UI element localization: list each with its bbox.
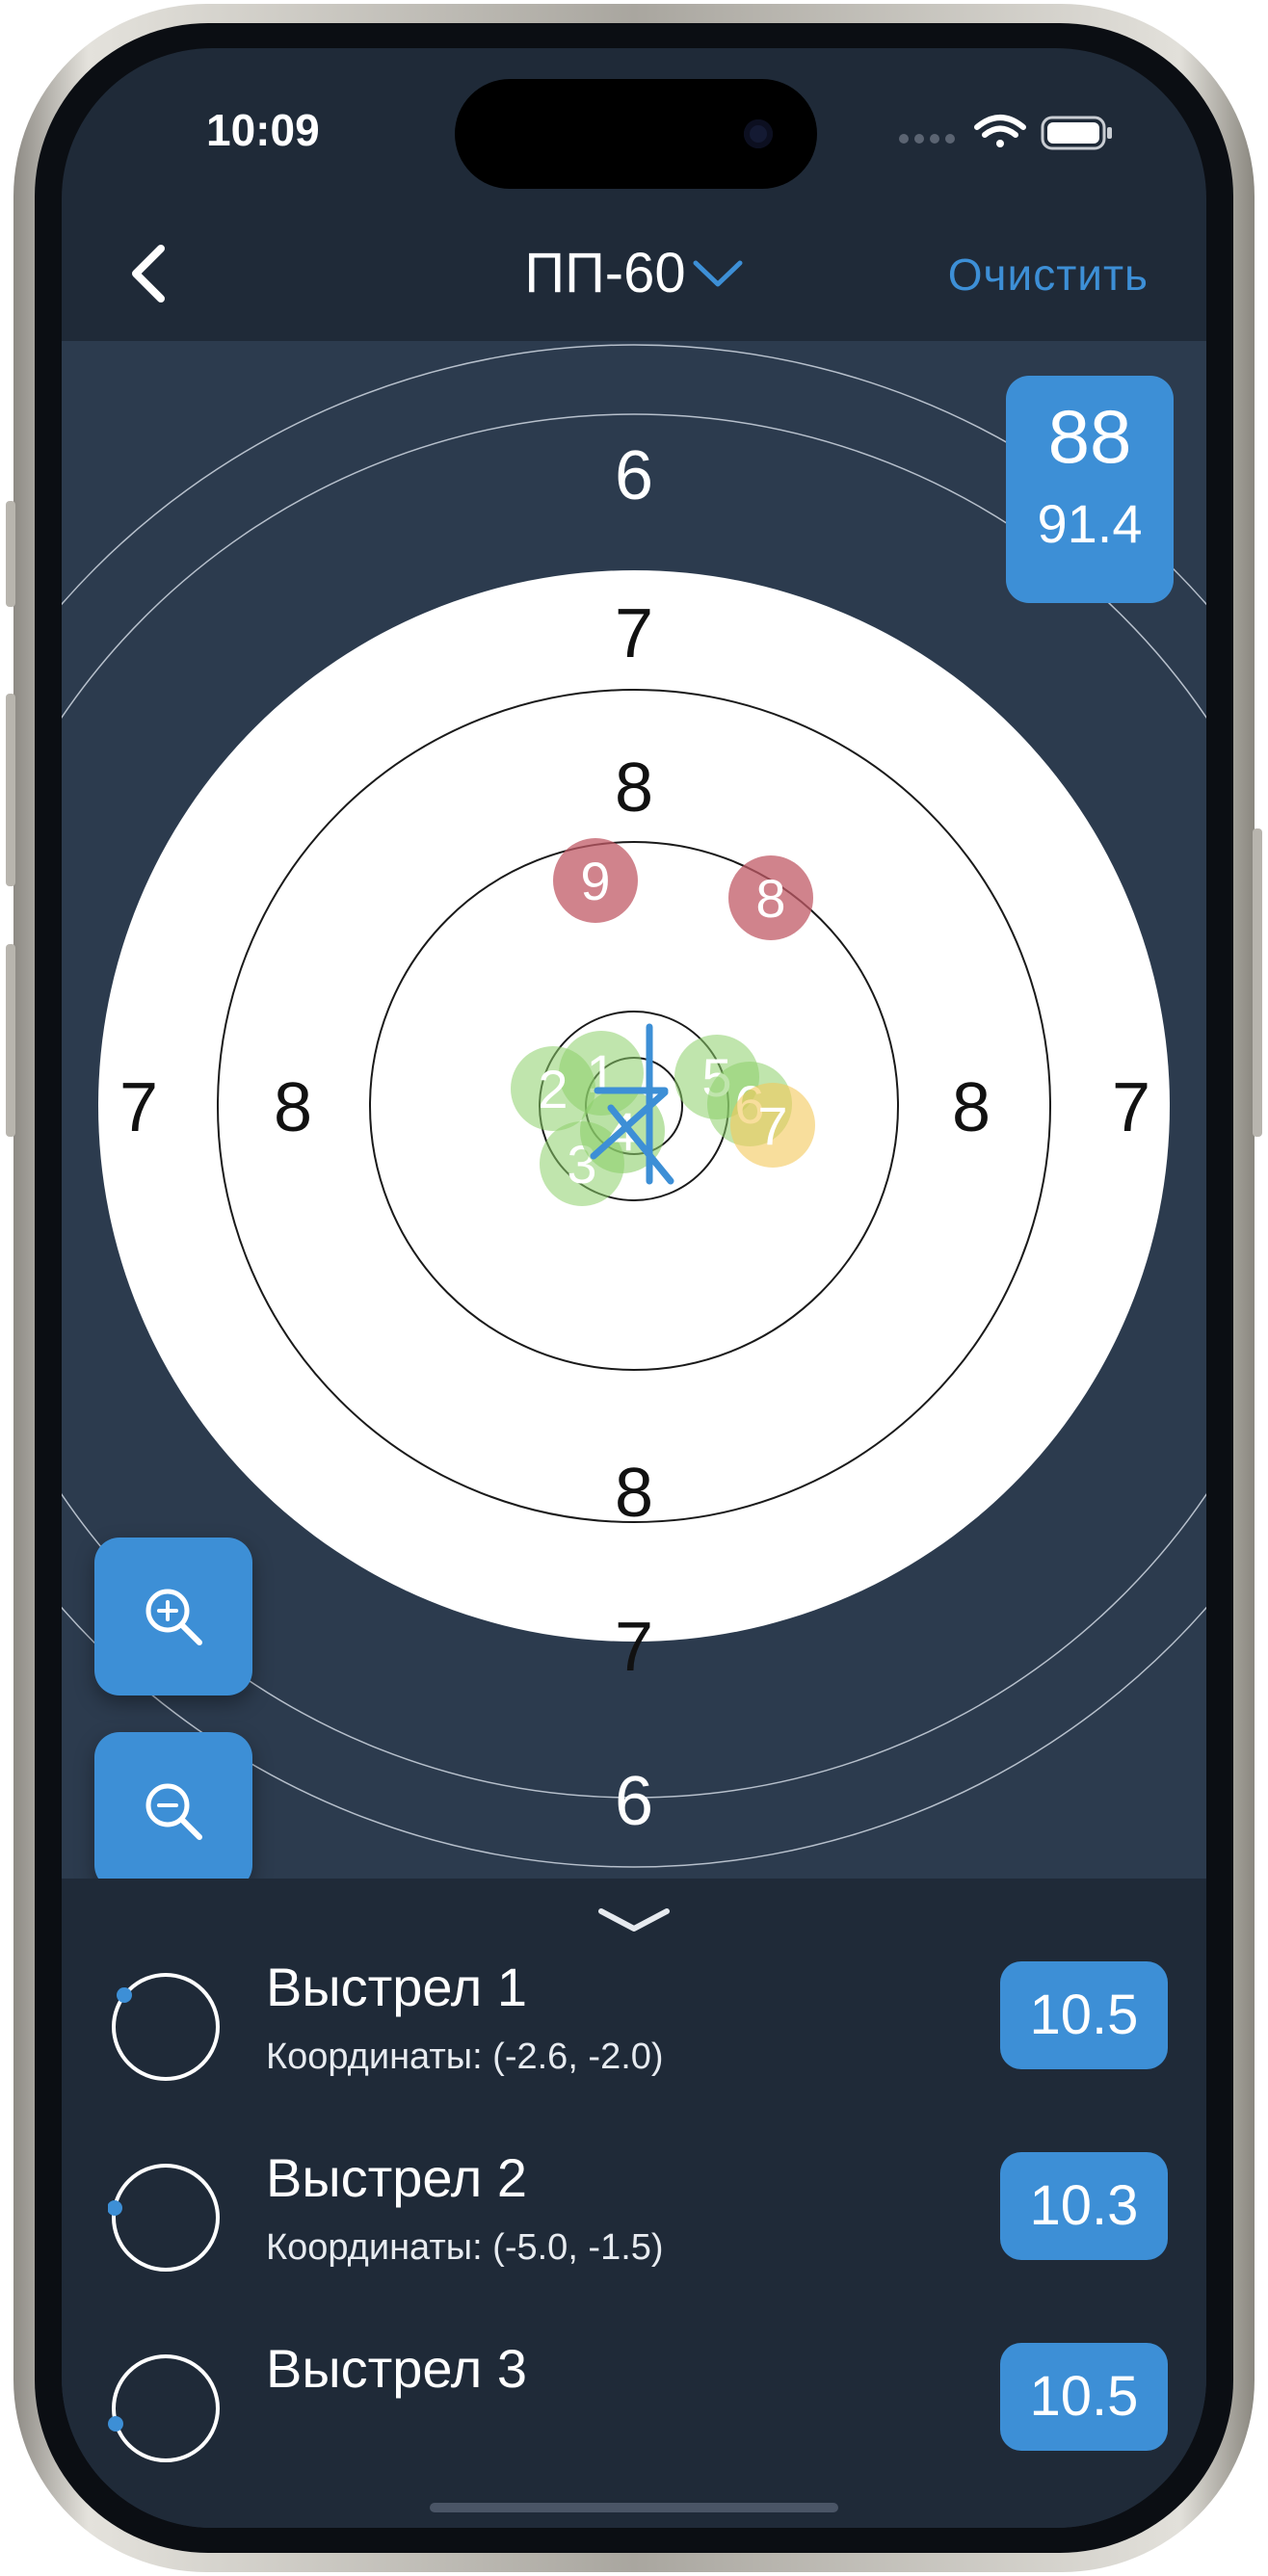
shot-coordinates: Координаты: (-2.6, -2.0)	[266, 2037, 664, 2077]
total-score-badge: 88 91.4	[1006, 376, 1174, 603]
ring-label-7-top: 7	[615, 595, 653, 672]
nav-bar: ПП-60 Очистить	[62, 212, 1206, 337]
decimal-score: 91.4	[1037, 493, 1143, 554]
ring-label-8-bottom: 8	[615, 1455, 653, 1532]
hit-label: 9	[580, 851, 610, 911]
mute-switch	[6, 501, 15, 607]
volume-down-button	[6, 944, 15, 1137]
battery-icon	[1041, 116, 1112, 150]
ring-label-8-left: 8	[274, 1069, 312, 1146]
shot-score-badge: 10.5	[1000, 1961, 1168, 2069]
zoom-out-icon	[145, 1783, 202, 1840]
hit-label: 7	[757, 1095, 787, 1156]
ring-label-7-left: 7	[119, 1069, 158, 1146]
shot-direction-icon	[108, 2354, 220, 2462]
shot-list[interactable]: Выстрел 1 Координаты: (-2.6, -2.0) 10.5 …	[62, 1956, 1206, 2476]
status-icons	[899, 115, 1112, 150]
signal-icon	[899, 134, 955, 144]
hit-marker-7[interactable]: 7	[730, 1083, 815, 1168]
shot-row[interactable]: Выстрел 3 10.5	[62, 2337, 1206, 2476]
screen: 10:09 ПП-60 Очистить 6 6 7 7 7 7 8 8 8 8…	[62, 48, 1206, 2528]
zoom-out-button[interactable]	[94, 1732, 252, 1879]
sheet-handle-chevron-icon[interactable]	[595, 1904, 673, 1936]
target-type-label: ПП-60	[524, 242, 686, 304]
zoom-in-button[interactable]	[94, 1538, 252, 1695]
shot-score-badge: 10.5	[1000, 2343, 1168, 2451]
status-bar: 10:09	[62, 48, 1206, 212]
wifi-icon	[974, 115, 1026, 147]
shots-sheet: Выстрел 1 Координаты: (-2.6, -2.0) 10.5 …	[62, 1879, 1206, 2528]
power-button	[1253, 828, 1262, 1137]
ring-label-7-bottom: 7	[615, 1609, 653, 1686]
hit-label: 2	[538, 1059, 568, 1119]
ring-label-6-bottom: 6	[615, 1763, 653, 1840]
shot-title: Выстрел 3	[266, 2338, 528, 2399]
hit-marker-9[interactable]: 9	[553, 838, 638, 923]
home-indicator	[430, 2503, 838, 2512]
ring-label-8-right: 8	[952, 1069, 991, 1146]
ring-label-7-right: 7	[1112, 1069, 1150, 1146]
shot-direction-icon	[112, 1973, 220, 2081]
hit-label: 8	[755, 868, 785, 929]
status-time: 10:09	[206, 105, 320, 155]
ring-label-8-top: 8	[615, 749, 653, 827]
ring-label-6-top: 6	[615, 437, 653, 514]
shot-coordinates: Координаты: (-5.0, -1.5)	[266, 2227, 664, 2268]
shot-row[interactable]: Выстрел 1 Координаты: (-2.6, -2.0) 10.5	[62, 1956, 1206, 2148]
hit-marker-8[interactable]: 8	[728, 855, 813, 940]
zoom-in-icon	[145, 1589, 202, 1645]
shot-row[interactable]: Выстрел 2 Координаты: (-5.0, -1.5) 10.3	[62, 2146, 1206, 2339]
volume-up-button	[6, 694, 15, 886]
dropdown-chevron-icon	[693, 260, 743, 286]
shot-title: Выстрел 2	[266, 2147, 528, 2208]
front-camera	[744, 119, 773, 148]
shot-direction-icon	[108, 2164, 220, 2272]
total-score: 88	[1047, 394, 1132, 479]
dynamic-island	[455, 79, 817, 189]
target-area[interactable]: 6 6 7 7 7 7 8 8 8 8 123456789 88	[62, 341, 1206, 1879]
shot-title: Выстрел 1	[266, 1957, 528, 2017]
clear-button[interactable]: Очистить	[948, 249, 1149, 301]
shot-score-badge: 10.3	[1000, 2152, 1168, 2260]
